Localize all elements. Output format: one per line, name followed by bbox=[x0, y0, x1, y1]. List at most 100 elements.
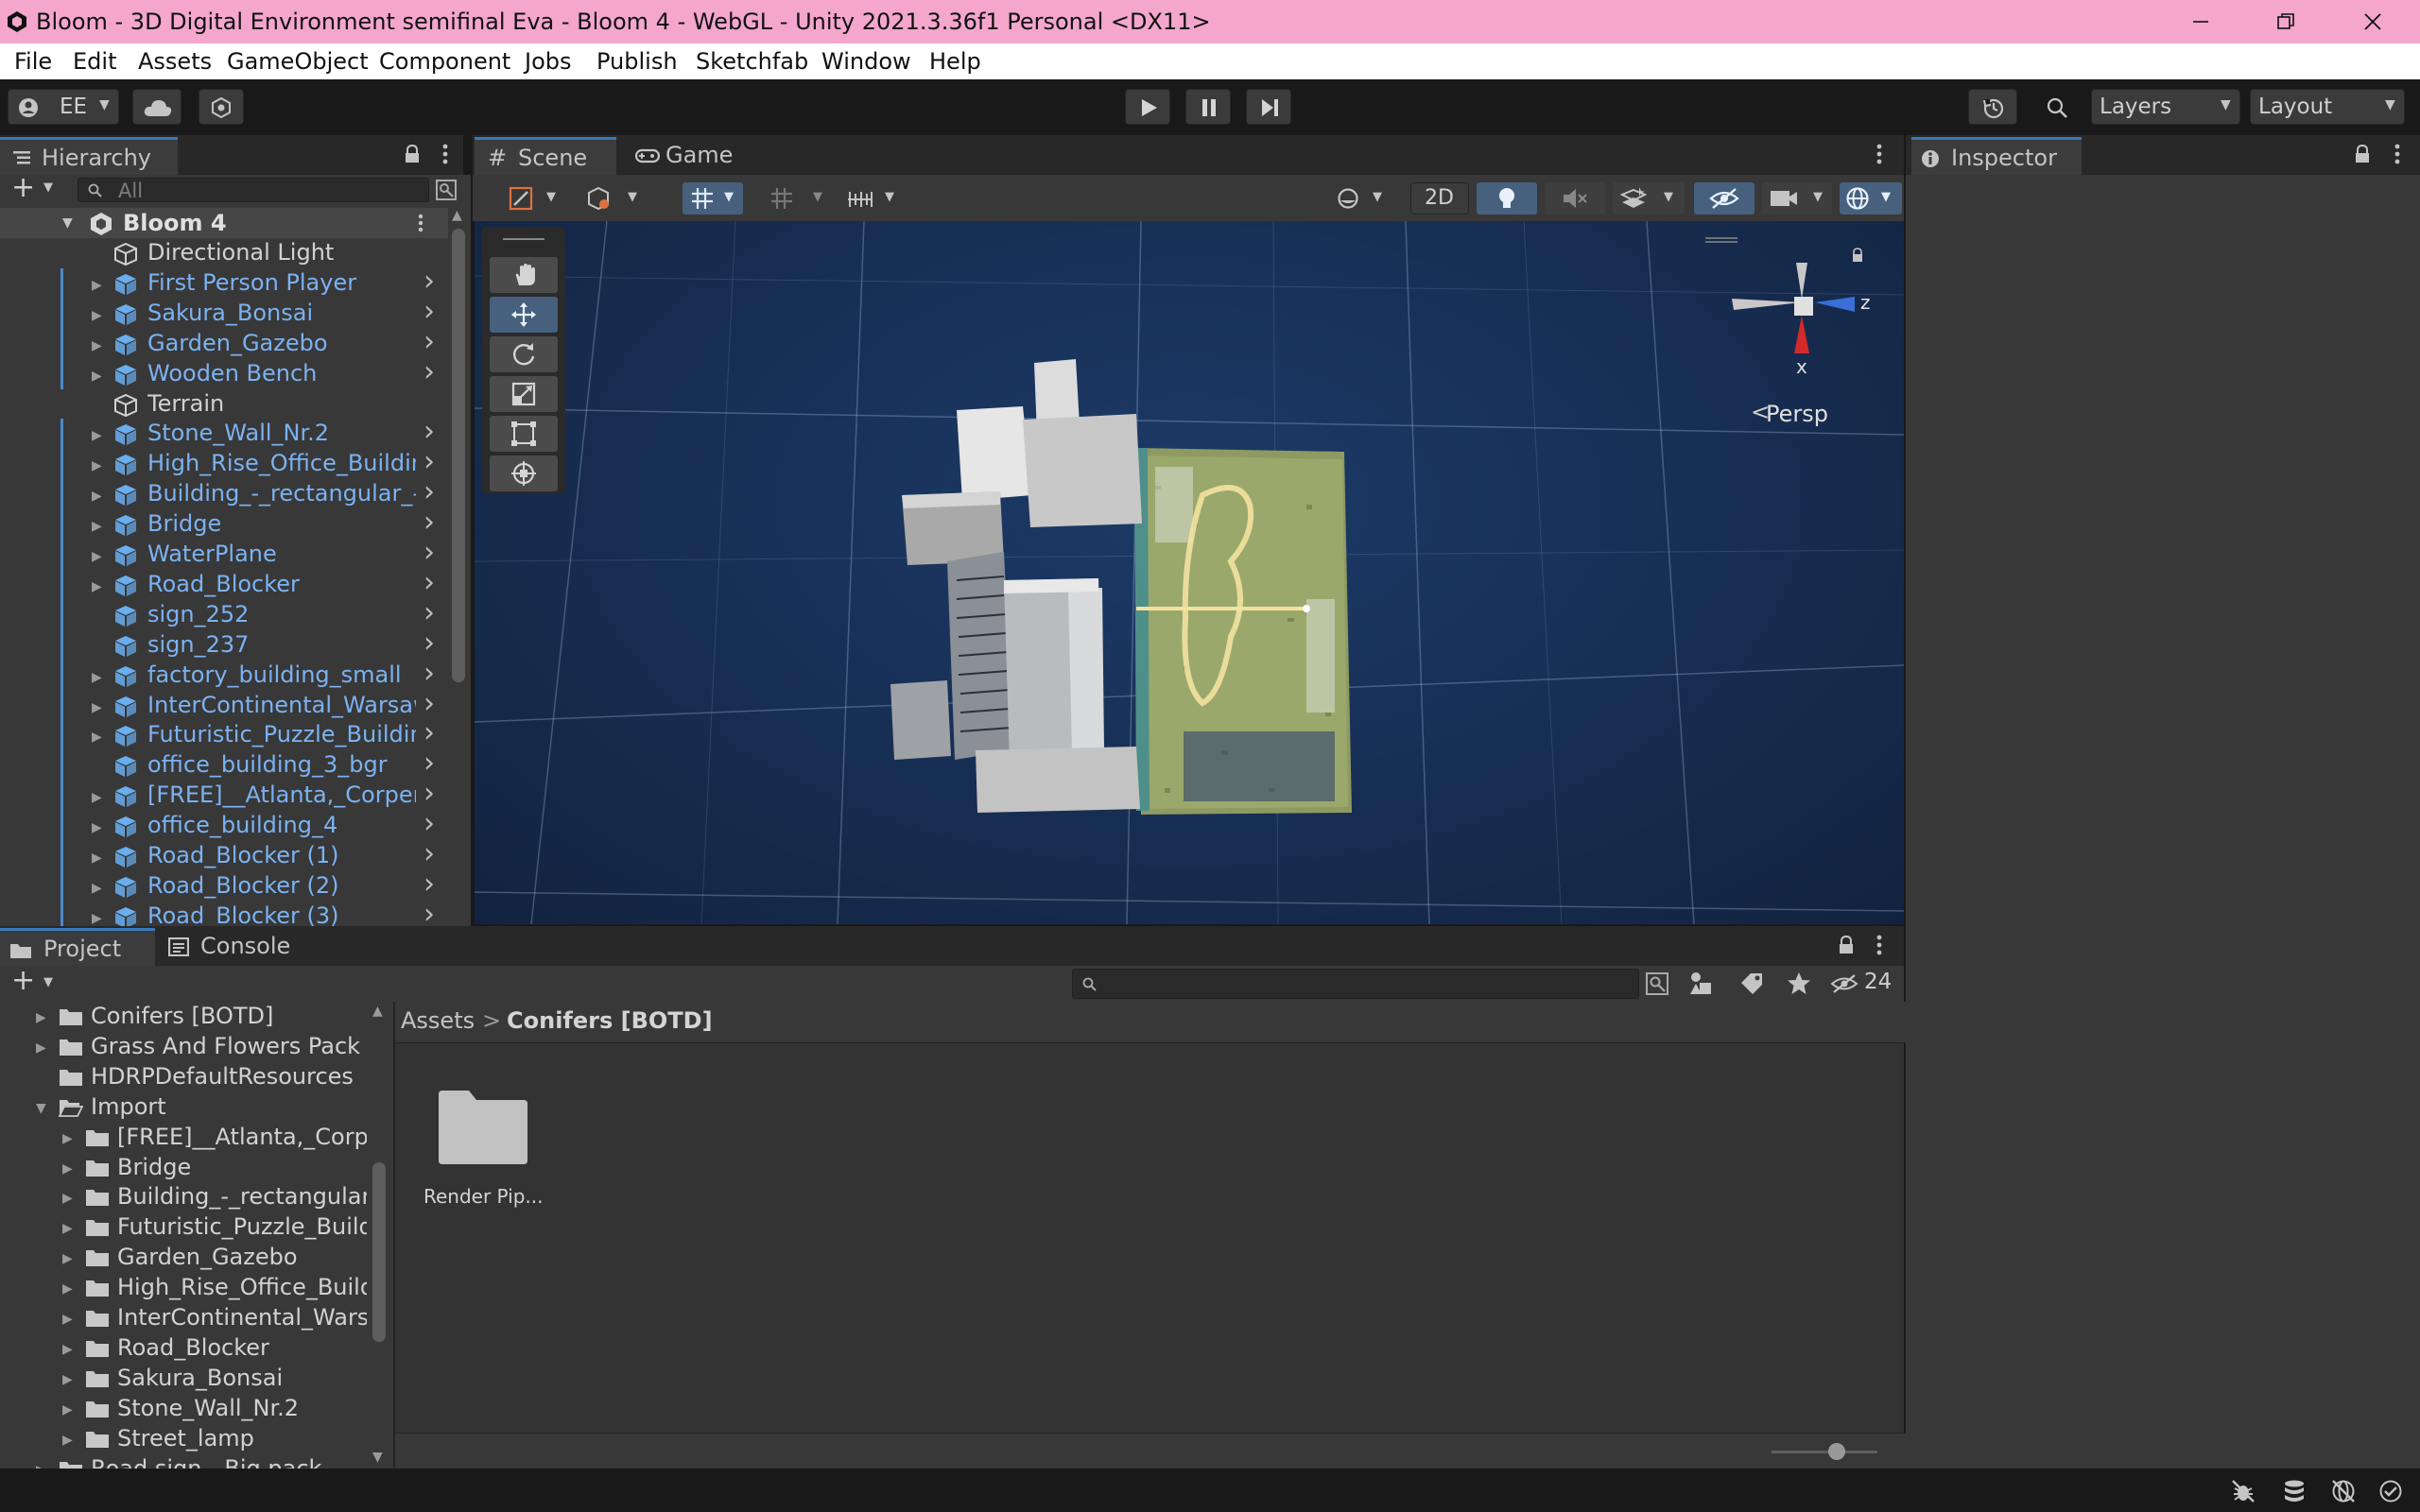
inspector-lock-icon[interactable] bbox=[2354, 145, 2371, 163]
folder-tree-item[interactable]: ▶ Garden_Gazebo bbox=[0, 1243, 367, 1273]
tab-hierarchy[interactable]: Hierarchy bbox=[0, 137, 178, 175]
scrollbar-thumb[interactable] bbox=[452, 229, 465, 682]
effects-button[interactable]: ▼ bbox=[1613, 182, 1685, 215]
collapse-arrow-icon[interactable]: ▼ bbox=[36, 1101, 46, 1116]
hierarchy-item[interactable]: ▶ WaterPlane › bbox=[0, 540, 442, 570]
hand-tool-button[interactable] bbox=[490, 257, 558, 293]
lock-icon[interactable] bbox=[1838, 936, 1855, 954]
filter-type-icon[interactable] bbox=[1688, 971, 1713, 996]
hierarchy-item[interactable]: ▶ [FREE]__Atlanta,_Corperat › bbox=[0, 781, 442, 812]
hierarchy-item[interactable]: ▶ Bridge › bbox=[0, 509, 442, 541]
hierarchy-search-input[interactable]: All bbox=[78, 178, 429, 202]
expand-arrow-icon[interactable]: ▶ bbox=[92, 670, 102, 685]
folder-tree-item[interactable]: ▶ InterContinental_Warsaw bbox=[0, 1303, 367, 1333]
open-prefab-chevron-icon[interactable]: › bbox=[424, 902, 435, 926]
open-prefab-chevron-icon[interactable]: › bbox=[424, 871, 435, 901]
open-prefab-chevron-icon[interactable]: › bbox=[424, 540, 435, 569]
hierarchy-item[interactable]: ▶ office_building_4 › bbox=[0, 811, 442, 842]
open-prefab-chevron-icon[interactable]: › bbox=[424, 600, 435, 629]
breadcrumb-conifers[interactable]: Conifers [BOTD] bbox=[507, 1007, 713, 1034]
expand-arrow-icon[interactable]: ▶ bbox=[92, 850, 102, 866]
hierarchy-item[interactable]: ▶ Futuristic_Puzzle_Building › bbox=[0, 720, 442, 751]
menu-sketchfab[interactable]: Sketchfab bbox=[696, 48, 808, 75]
expand-arrow-icon[interactable]: ▶ bbox=[92, 428, 102, 443]
open-prefab-chevron-icon[interactable]: › bbox=[424, 329, 435, 358]
expand-arrow-icon[interactable]: ▶ bbox=[62, 1372, 73, 1387]
panel-menu-icon[interactable] bbox=[440, 143, 451, 165]
open-prefab-chevron-icon[interactable]: › bbox=[424, 841, 435, 870]
hidden-packages-toggle[interactable]: 24 bbox=[1830, 970, 1900, 998]
ruler-button[interactable]: ▼ bbox=[841, 182, 909, 215]
hierarchy-item[interactable]: ▶ InterContinental_Warsaw › bbox=[0, 690, 442, 721]
scrollbar-thumb[interactable] bbox=[372, 1162, 386, 1342]
play-button[interactable] bbox=[1125, 89, 1170, 125]
tab-game[interactable]: Game bbox=[630, 137, 743, 175]
hierarchy-item[interactable]: ▶ Stone_Wall_Nr.2 › bbox=[0, 419, 442, 450]
expand-arrow-icon[interactable]: ▶ bbox=[92, 700, 102, 715]
hierarchy-item[interactable]: office_building_3_bgr › bbox=[0, 750, 442, 782]
search-button[interactable] bbox=[2032, 89, 2082, 125]
menu-jobs[interactable]: Jobs bbox=[525, 48, 572, 75]
tab-scene[interactable]: # Scene bbox=[475, 137, 616, 175]
folder-tree-item[interactable]: ▶ High_Rise_Office_Building bbox=[0, 1273, 367, 1303]
camera-settings-button[interactable]: ▼ bbox=[1762, 182, 1832, 215]
slider-thumb[interactable] bbox=[1828, 1443, 1845, 1460]
expand-arrow-icon[interactable]: ▶ bbox=[92, 369, 102, 384]
expand-arrow-icon[interactable]: ▶ bbox=[62, 1433, 73, 1448]
undo-history-button[interactable] bbox=[1968, 89, 2017, 125]
open-prefab-chevron-icon[interactable]: › bbox=[424, 630, 435, 660]
minimize-button[interactable] bbox=[2165, 0, 2237, 43]
rotate-tool-button[interactable] bbox=[490, 336, 558, 372]
pause-button[interactable] bbox=[1185, 89, 1231, 125]
asset-item[interactable]: Render Pip... bbox=[424, 1085, 546, 1217]
open-prefab-chevron-icon[interactable]: › bbox=[424, 509, 435, 539]
open-prefab-chevron-icon[interactable]: › bbox=[424, 691, 435, 720]
rect-tool-button[interactable] bbox=[490, 416, 558, 452]
open-prefab-chevron-icon[interactable]: › bbox=[424, 781, 435, 810]
add-asset-button[interactable]: + ▼ bbox=[8, 964, 62, 1000]
scene-viewport[interactable]: z x < Persp bbox=[475, 221, 1904, 924]
hierarchy-item[interactable]: ▶ Road_Blocker (2) › bbox=[0, 870, 442, 902]
step-button[interactable] bbox=[1246, 89, 1291, 125]
gizmo-grip[interactable] bbox=[1705, 236, 1737, 244]
open-prefab-chevron-icon[interactable]: › bbox=[424, 661, 435, 690]
progress-check-icon[interactable] bbox=[2378, 1479, 2403, 1503]
hierarchy-item[interactable]: ▶ Road_Blocker (3) › bbox=[0, 901, 442, 926]
hierarchy-item[interactable]: ▶ High_Rise_Office_Building › bbox=[0, 449, 442, 480]
folder-tree-item[interactable]: ▶ Street_lamp bbox=[0, 1424, 367, 1454]
expand-arrow-icon[interactable]: ▶ bbox=[62, 1402, 73, 1418]
expand-arrow-icon[interactable]: ▶ bbox=[62, 1131, 73, 1146]
collab-button[interactable] bbox=[199, 89, 244, 125]
hierarchy-item[interactable]: ▶ factory_building_small › bbox=[0, 660, 442, 691]
expand-arrow-icon[interactable]: ▶ bbox=[92, 881, 102, 896]
expand-arrow-icon[interactable]: ▶ bbox=[92, 458, 102, 473]
open-prefab-chevron-icon[interactable]: › bbox=[424, 268, 435, 298]
scale-tool-button[interactable] bbox=[490, 376, 558, 412]
expand-arrow-icon[interactable]: ▶ bbox=[92, 820, 102, 835]
expand-arrow-icon[interactable]: ▶ bbox=[92, 549, 102, 564]
tab-project[interactable]: Project bbox=[0, 928, 155, 966]
expand-arrow-icon[interactable]: ▶ bbox=[62, 1342, 73, 1357]
lighting-toggle-button[interactable] bbox=[1477, 182, 1537, 215]
orientation-gizmo[interactable]: z x bbox=[1732, 259, 1874, 378]
panel-menu-icon[interactable] bbox=[2392, 143, 2403, 165]
tab-inspector[interactable]: Inspector bbox=[1911, 137, 2082, 175]
snap-increment-button[interactable]: ▼ bbox=[766, 182, 834, 215]
bug-mute-icon[interactable] bbox=[2231, 1479, 2256, 1503]
gizmos-button[interactable]: ▼ bbox=[1840, 182, 1902, 215]
open-prefab-chevron-icon[interactable]: › bbox=[424, 449, 435, 478]
folder-tree-item[interactable]: HDRPDefaultResources bbox=[0, 1062, 367, 1092]
tab-console[interactable]: Console bbox=[163, 928, 304, 966]
scene-header-row[interactable]: ▼ Bloom 4 bbox=[0, 208, 448, 238]
open-prefab-chevron-icon[interactable]: › bbox=[424, 419, 435, 448]
expand-arrow-icon[interactable]: ▶ bbox=[62, 1221, 73, 1236]
expand-arrow-icon[interactable]: ▶ bbox=[62, 1251, 73, 1266]
scene-menu-icon[interactable] bbox=[416, 212, 425, 234]
search-by-type-icon[interactable] bbox=[1645, 971, 1669, 996]
restore-button[interactable] bbox=[2250, 0, 2322, 43]
hierarchy-item[interactable]: ▶ Road_Blocker › bbox=[0, 569, 442, 600]
open-prefab-chevron-icon[interactable]: › bbox=[424, 479, 435, 508]
auto-generate-lighting-icon[interactable] bbox=[2331, 1479, 2356, 1503]
icon-size-slider[interactable] bbox=[1772, 1443, 1877, 1460]
expand-arrow-icon[interactable]: ▶ bbox=[92, 308, 102, 323]
